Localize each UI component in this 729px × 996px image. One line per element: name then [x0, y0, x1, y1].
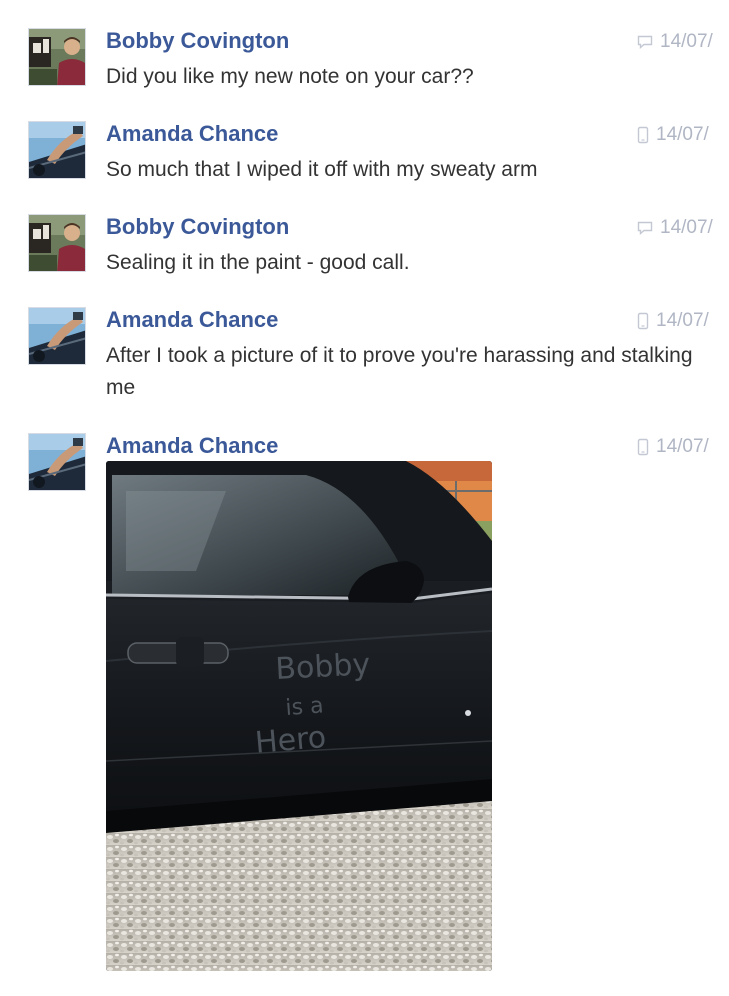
avatar[interactable]	[28, 28, 86, 86]
svg-text:is a: is a	[285, 693, 325, 721]
timestamp-text: 14/07/	[656, 436, 709, 457]
amanda-avatar-image	[29, 122, 85, 178]
timestamp-text: 14/07/	[660, 31, 713, 52]
sender-name[interactable]: Bobby Covington	[106, 214, 289, 240]
timestamp: 14/07/	[637, 123, 709, 147]
message-text: After I took a picture of it to prove yo…	[106, 344, 693, 399]
timestamp-text: 14/07/	[656, 124, 709, 145]
sender-name[interactable]: Amanda Chance	[106, 433, 278, 459]
bobby-avatar-image	[29, 215, 85, 271]
timestamp: 14/07/	[637, 216, 713, 240]
message-item: Bobby Covington 14/07/ Sealing it in the…	[0, 214, 729, 276]
svg-text:Bobby: Bobby	[275, 647, 371, 687]
chat-bubble-icon	[637, 221, 653, 235]
sender-name[interactable]: Amanda Chance	[106, 307, 278, 333]
avatar[interactable]	[28, 433, 86, 491]
mobile-phone-icon	[637, 438, 649, 456]
message-item: Amanda Chance 14/07/ So much that I wipe…	[0, 121, 729, 183]
avatar[interactable]	[28, 214, 86, 272]
chat-bubble-icon	[637, 35, 653, 49]
message-item: Amanda Chance 14/07/ Bobby is a Hero	[0, 433, 729, 981]
svg-text:Hero: Hero	[254, 720, 328, 761]
message-thread: Bobby Covington 14/07/ Did you like my n…	[0, 0, 729, 996]
bobby-avatar-image	[29, 29, 85, 85]
avatar[interactable]	[28, 121, 86, 179]
timestamp: 14/07/	[637, 309, 709, 333]
avatar[interactable]	[28, 307, 86, 365]
mobile-phone-icon	[637, 126, 649, 144]
timestamp-text: 14/07/	[660, 217, 713, 238]
photo-attachment[interactable]: Bobby is a Hero	[106, 461, 492, 971]
amanda-avatar-image	[29, 434, 85, 490]
mobile-phone-icon	[637, 312, 649, 330]
message-text: So much that I wiped it off with my swea…	[106, 158, 538, 181]
message-item: Bobby Covington 14/07/ Did you like my n…	[0, 28, 729, 90]
message-text: Sealing it in the paint - good call.	[106, 251, 410, 274]
sender-name[interactable]: Amanda Chance	[106, 121, 278, 147]
message-text: Did you like my new note on your car??	[106, 65, 474, 88]
timestamp: 14/07/	[637, 30, 713, 54]
car-door-photo: Bobby is a Hero	[106, 461, 492, 971]
sender-name[interactable]: Bobby Covington	[106, 28, 289, 54]
message-item: Amanda Chance 14/07/ After I took a pict…	[0, 307, 729, 403]
timestamp-text: 14/07/	[656, 310, 709, 331]
amanda-avatar-image	[29, 308, 85, 364]
timestamp: 14/07/	[637, 435, 709, 459]
